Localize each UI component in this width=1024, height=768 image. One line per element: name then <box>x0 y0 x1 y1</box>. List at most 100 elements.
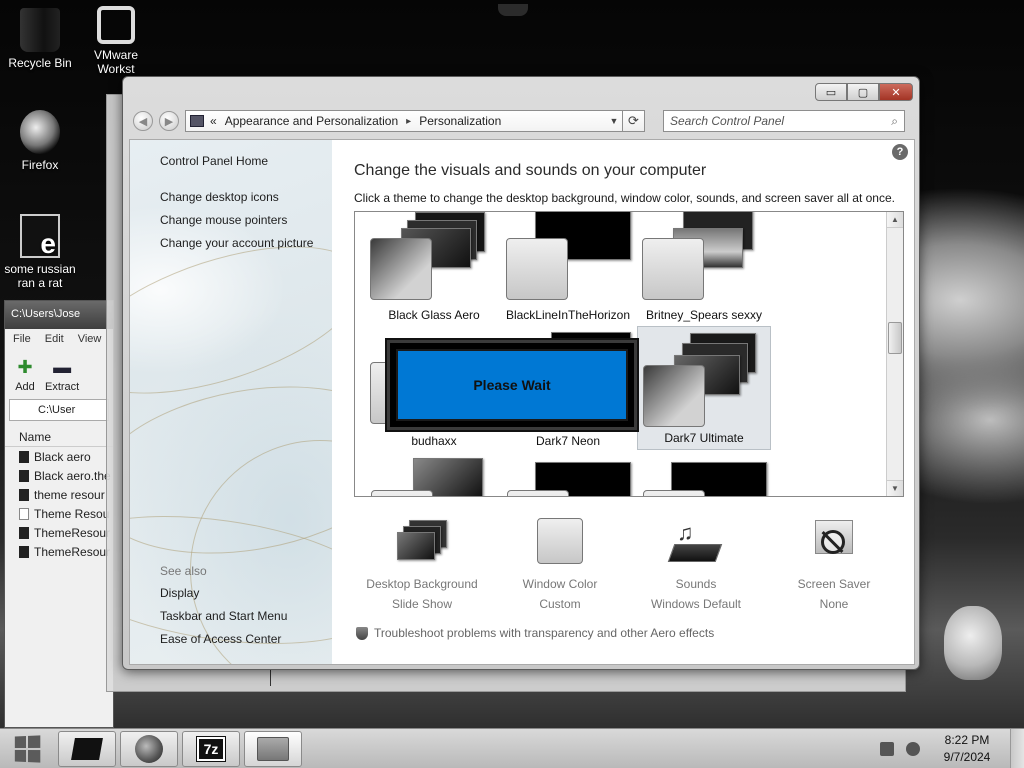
desktop-icon-label: some russian ran a rat <box>4 262 76 290</box>
minimize-button[interactable]: ▭ <box>815 83 847 101</box>
taskbar-item-7zip[interactable]: 7z <box>182 730 240 767</box>
troubleshoot-aero-link[interactable]: Troubleshoot problems with transparency … <box>356 626 714 640</box>
extract-label: Extract <box>45 381 80 393</box>
theme-settings-bar: Desktop Background Slide Show Window Col… <box>354 518 904 611</box>
theme-item-selected[interactable]: Dark7 Ultimate <box>637 326 771 450</box>
breadcrumb-separator[interactable]: ▸ <box>406 116 411 127</box>
navigation-bar: ◀ ▶ « Appearance and Personalization ▸ P… <box>133 109 911 133</box>
minus-icon: ▬ <box>53 357 72 377</box>
scroll-down-button[interactable]: ▼ <box>887 480 903 496</box>
theme-color-swatch <box>371 490 433 496</box>
taskbar-item-control-panel[interactable] <box>244 730 302 767</box>
clock-date: 9/7/2024 <box>943 749 991 764</box>
sounds-title: Sounds <box>675 577 717 591</box>
search-input[interactable]: Search Control Panel ⌕ <box>663 110 905 132</box>
arrow-right-icon: ▶ <box>164 115 174 128</box>
taskbar-item-firefox[interactable] <box>120 730 178 767</box>
personalization-window: ▭ ▢ ✕ ◀ ▶ « Appearance and Personalizati… <box>122 76 920 670</box>
refresh-button[interactable]: ⟳ <box>623 110 645 132</box>
back-button[interactable]: ◀ <box>133 111 153 131</box>
desktop-icon-firefox[interactable]: Firefox <box>0 110 80 172</box>
address-bar[interactable]: « Appearance and Personalization ▸ Perso… <box>185 110 623 132</box>
list-item[interactable]: ThemeResour <box>5 542 113 561</box>
theme-label: Dark7 Ultimate <box>664 431 744 445</box>
add-button[interactable]: ✚ Add <box>15 355 35 393</box>
desktop-background-button[interactable]: Desktop Background Slide Show <box>352 518 492 614</box>
left-pane: Control Panel Home Change desktop icons … <box>130 140 332 664</box>
vmware-icon <box>97 6 135 44</box>
taskbar: 7z 8:22 PM 9/7/2024 <box>0 728 1024 768</box>
clock[interactable]: 8:22 PM 9/7/2024 <box>932 732 1002 766</box>
taskbar-item-recycle-bin[interactable] <box>58 730 116 767</box>
window-color-icon <box>533 518 587 568</box>
change-desktop-icons-link[interactable]: Change desktop icons <box>160 190 279 204</box>
show-desktop-button[interactable] <box>1010 728 1024 768</box>
breadcrumb-personalization[interactable]: Personalization <box>419 114 501 128</box>
control-panel-home-link[interactable]: Control Panel Home <box>160 154 268 168</box>
screen-saver-button[interactable]: Screen Saver None <box>764 518 904 614</box>
please-wait-dialog: Please Wait <box>387 340 637 430</box>
background-7zip-window[interactable]: C:\Users\Jose File Edit View ✚ Add ▬ Ext… <box>4 300 114 728</box>
desktop-icon-recycle-bin[interactable]: Recycle Bin <box>0 8 80 70</box>
list-item[interactable]: Black aero.the <box>5 466 113 485</box>
close-button[interactable]: ✕ <box>879 83 913 101</box>
taskbar-start-menu-link[interactable]: Taskbar and Start Menu <box>160 609 287 623</box>
list-item[interactable]: Theme Resou <box>5 504 113 523</box>
add-label: Add <box>15 381 35 393</box>
scroll-thumb[interactable] <box>888 322 902 354</box>
search-icon[interactable]: ⌕ <box>891 114 898 129</box>
breadcrumb-chevron[interactable]: « <box>210 114 217 128</box>
file-icon <box>19 450 29 463</box>
clock-time: 8:22 PM <box>944 732 990 747</box>
theme-label: Black Glass Aero <box>388 308 480 322</box>
network-icon[interactable] <box>880 741 894 756</box>
list-item[interactable]: ThemeResour <box>5 523 113 542</box>
caption-buttons: ▭ ▢ ✕ <box>815 83 913 101</box>
screen-saver-title: Screen Saver <box>797 577 871 591</box>
volume-icon[interactable] <box>906 741 920 756</box>
desktop-background-icon <box>395 518 449 568</box>
menu-file[interactable]: File <box>13 333 31 347</box>
desktop-icon-vmware[interactable]: VMware Workst <box>78 6 154 76</box>
menu-view[interactable]: View <box>78 333 102 347</box>
theme-item[interactable]: BlackLineInTheHorizon <box>501 212 635 326</box>
file-name: Theme Resou <box>34 506 110 521</box>
ease-of-access-link[interactable]: Ease of Access Center <box>160 632 281 646</box>
screen-saver-value: None <box>819 597 849 611</box>
chevron-down-icon[interactable]: ▼ <box>606 116 622 126</box>
theme-item[interactable]: Black Glass Aero <box>367 212 501 326</box>
menu-bar: File Edit View <box>5 329 113 351</box>
address-field[interactable]: C:\User <box>9 399 109 421</box>
sounds-button[interactable]: ♫ Sounds Windows Default <box>626 518 766 614</box>
theme-color-swatch <box>506 238 568 300</box>
forward-button[interactable]: ▶ <box>159 111 179 131</box>
extract-button[interactable]: ▬ Extract <box>45 355 79 393</box>
help-icon[interactable]: ? <box>892 144 908 160</box>
plus-icon: ✚ <box>17 357 33 377</box>
list-item[interactable]: theme resour <box>5 485 113 504</box>
theme-color-swatch <box>643 365 705 427</box>
window-title: C:\Users\Jose <box>5 301 113 329</box>
maximize-button[interactable]: ▢ <box>847 83 879 101</box>
menu-edit[interactable]: Edit <box>45 333 64 347</box>
desktop-icon-file[interactable]: some russian ran a rat <box>0 214 80 290</box>
breadcrumb-appearance[interactable]: Appearance and Personalization <box>225 114 398 128</box>
scroll-up-button[interactable]: ▲ <box>887 212 903 228</box>
vertical-scrollbar[interactable]: ▲ ▼ <box>886 212 903 496</box>
start-button[interactable] <box>0 729 54 768</box>
file-icon <box>20 214 60 260</box>
theme-list[interactable]: Black Glass Aero BlackLineInTheHorizon B… <box>354 211 904 497</box>
windows-logo-icon <box>14 734 41 763</box>
theme-color-swatch <box>643 490 705 496</box>
column-header-name[interactable]: Name <box>5 427 113 447</box>
file-icon <box>19 545 29 558</box>
change-mouse-pointers-link[interactable]: Change mouse pointers <box>160 213 287 227</box>
list-item[interactable]: Black aero <box>5 447 113 466</box>
search-placeholder: Search Control Panel <box>670 114 785 128</box>
display-link[interactable]: Display <box>160 586 199 600</box>
see-also-heading: See also <box>160 564 207 578</box>
theme-item[interactable]: Britney_Spears sexxy <box>637 212 771 326</box>
window-color-button[interactable]: Window Color Custom <box>490 518 630 614</box>
change-account-picture-link[interactable]: Change your account picture <box>160 236 313 250</box>
sounds-icon: ♫ <box>667 518 723 568</box>
